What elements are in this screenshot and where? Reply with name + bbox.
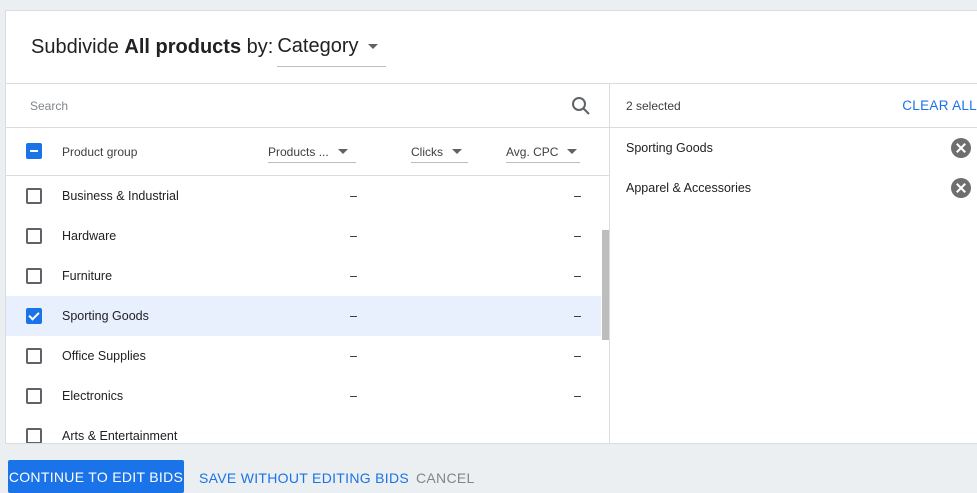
chevron-down-icon bbox=[567, 149, 578, 154]
header-target: All products bbox=[124, 35, 242, 58]
row-avg-cpc: – bbox=[574, 309, 581, 323]
row-name: Arts & Entertainment bbox=[62, 429, 178, 443]
row-checkbox[interactable] bbox=[26, 188, 42, 204]
row-checkbox[interactable] bbox=[26, 428, 42, 443]
row-checkbox[interactable] bbox=[26, 228, 42, 244]
row-checkbox[interactable] bbox=[26, 388, 42, 404]
row-name: Business & Industrial bbox=[62, 189, 179, 203]
selected-item: Sporting Goods bbox=[610, 128, 977, 168]
table-row[interactable]: Business & Industrial – – bbox=[6, 176, 601, 216]
row-avg-cpc: – bbox=[574, 229, 581, 243]
row-products: – bbox=[350, 309, 357, 323]
row-name: Electronics bbox=[62, 389, 124, 403]
remove-circle-icon[interactable] bbox=[951, 178, 971, 198]
table-row[interactable]: Sporting Goods – – bbox=[6, 296, 601, 336]
row-avg-cpc: – bbox=[574, 349, 581, 363]
list-scrollbar[interactable] bbox=[602, 230, 609, 340]
row-checkbox[interactable] bbox=[26, 308, 42, 324]
row-avg-cpc: – bbox=[574, 189, 581, 203]
column-clicks-label: Clicks bbox=[411, 144, 443, 159]
search-icon[interactable] bbox=[571, 96, 591, 116]
selection-panel: 2 selected CLEAR ALL Sporting Goods Appa… bbox=[610, 84, 977, 443]
column-avg-cpc-label: Avg. CPC bbox=[506, 144, 559, 159]
table-row[interactable]: Hardware – – bbox=[6, 216, 601, 256]
product-group-list: Business & Industrial – – Hardware – – F… bbox=[6, 176, 601, 443]
row-products: – bbox=[350, 349, 357, 363]
table-row[interactable]: Office Supplies – – bbox=[6, 336, 601, 376]
row-name: Hardware bbox=[62, 229, 117, 243]
row-avg-cpc: – bbox=[574, 389, 581, 403]
row-products: – bbox=[350, 269, 357, 283]
selected-count: 2 selected bbox=[626, 98, 681, 113]
row-name: Furniture bbox=[62, 269, 113, 283]
product-group-panel: Product group Products ... Clicks Avg. C… bbox=[6, 84, 610, 443]
row-checkbox[interactable] bbox=[26, 268, 42, 284]
header-prefix: Subdivide bbox=[31, 35, 119, 58]
row-avg-cpc: – bbox=[574, 269, 581, 283]
table-row[interactable]: Electronics – – bbox=[6, 376, 601, 416]
header-by-label: by: bbox=[246, 35, 274, 58]
selected-item-label: Apparel & Accessories bbox=[626, 181, 752, 195]
column-products-sort[interactable]: Products ... bbox=[268, 141, 356, 163]
dimension-value: Category bbox=[277, 35, 359, 57]
dialog-header: Subdivide All products by: Category bbox=[6, 11, 977, 84]
search-input[interactable] bbox=[30, 98, 571, 113]
row-name: Sporting Goods bbox=[62, 309, 149, 323]
row-checkbox[interactable] bbox=[26, 348, 42, 364]
select-all-checkbox[interactable] bbox=[26, 143, 42, 159]
save-without-editing-bids-button[interactable]: SAVE WITHOUT EDITING BIDS bbox=[199, 470, 409, 486]
column-clicks-sort[interactable]: Clicks bbox=[411, 141, 468, 163]
chevron-down-icon bbox=[452, 149, 462, 154]
selected-item-label: Sporting Goods bbox=[626, 141, 713, 155]
chevron-down-icon bbox=[368, 44, 379, 49]
table-row[interactable]: Arts & Entertainment bbox=[6, 416, 601, 443]
dialog-footer: CONTINUE TO EDIT BIDS SAVE WITHOUT EDITI… bbox=[0, 444, 977, 493]
row-products: – bbox=[350, 189, 357, 203]
table-row[interactable]: Furniture – – bbox=[6, 256, 601, 296]
cancel-button[interactable]: CANCEL bbox=[416, 470, 475, 486]
chevron-down-icon bbox=[337, 149, 348, 154]
selected-item: Apparel & Accessories bbox=[610, 168, 977, 208]
subdivide-dialog: Subdivide All products by: Category Prod… bbox=[5, 10, 977, 444]
row-products: – bbox=[350, 229, 357, 243]
search-row bbox=[6, 84, 609, 128]
clear-all-button[interactable]: CLEAR ALL bbox=[902, 98, 977, 113]
column-product-group: Product group bbox=[62, 145, 138, 159]
column-products-label: Products ... bbox=[268, 144, 329, 159]
remove-circle-icon[interactable] bbox=[951, 138, 971, 158]
dimension-dropdown[interactable]: Category bbox=[277, 33, 387, 67]
column-avg-cpc-sort[interactable]: Avg. CPC bbox=[506, 141, 580, 163]
continue-to-edit-bids-button[interactable]: CONTINUE TO EDIT BIDS bbox=[8, 460, 184, 493]
row-products: – bbox=[350, 389, 357, 403]
row-name: Office Supplies bbox=[62, 349, 146, 363]
selection-header: 2 selected CLEAR ALL bbox=[610, 84, 977, 128]
table-header: Product group Products ... Clicks Avg. C… bbox=[6, 128, 609, 176]
